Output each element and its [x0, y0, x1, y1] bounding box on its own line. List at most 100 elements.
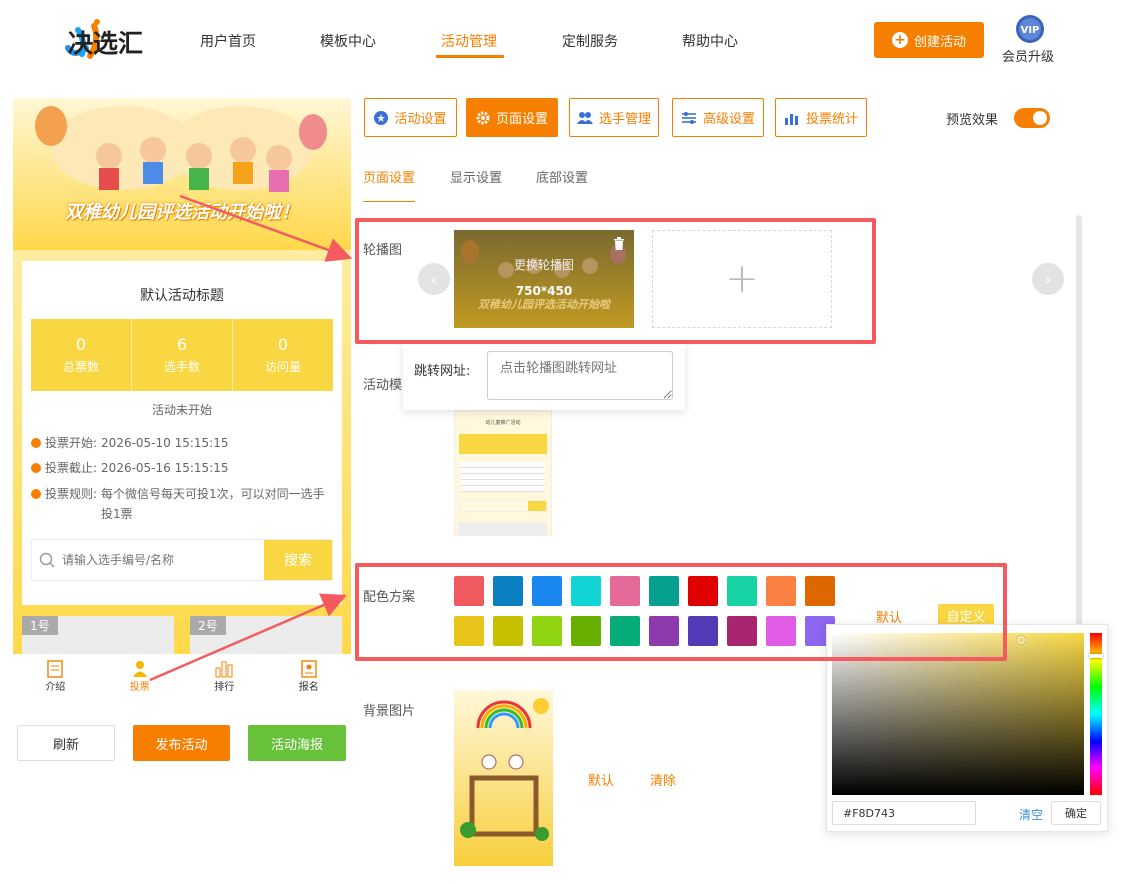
template-thumb-entries — [459, 522, 547, 535]
tab-label: 高级设置 — [702, 112, 755, 127]
color-swatch[interactable] — [454, 576, 484, 606]
activity-title: 默认活动标题 — [140, 288, 224, 304]
nav-user-home[interactable]: 用户首页 — [200, 31, 256, 51]
nav-activity-management[interactable]: 活动管理 — [441, 31, 497, 51]
tab-vote[interactable]: 投票 — [98, 654, 183, 698]
background-default-button[interactable]: 默认 — [588, 770, 614, 789]
carousel-prev-button[interactable]: ‹ — [418, 263, 450, 295]
color-swatch[interactable] — [766, 576, 796, 606]
saturation-value-panel[interactable] — [832, 633, 1084, 795]
info-value: 2026-05-10 15:15:15 — [101, 436, 229, 450]
preview-effect-label: 预览效果 — [946, 113, 999, 128]
tab-ranking[interactable]: 排行 — [182, 654, 267, 698]
tab-intro[interactable]: 介绍 — [13, 654, 98, 698]
background-image[interactable] — [454, 690, 553, 866]
stat-value: 6 — [176, 335, 188, 354]
info-label: 投票截止: — [45, 461, 98, 475]
jump-url-input[interactable] — [487, 351, 673, 400]
tab-label: 投票统计 — [805, 112, 858, 127]
jump-url-popup: 跳转网址: — [403, 343, 685, 410]
vip-badge-icon[interactable]: VIP — [1014, 14, 1046, 46]
tab-page-settings[interactable]: 页面设置 — [466, 98, 558, 137]
color-swatch[interactable] — [766, 616, 796, 646]
hue-slider-thumb[interactable] — [1089, 654, 1103, 658]
color-swatch[interactable] — [571, 616, 601, 646]
create-activity-button[interactable]: + 创建活动 — [874, 22, 984, 58]
jump-url-label: 跳转网址: — [414, 364, 471, 379]
template-label: 活动模 — [363, 378, 403, 393]
color-swatch[interactable] — [571, 576, 601, 606]
tab-activity-settings[interactable]: 活动设置 — [364, 98, 457, 137]
brand-name: 决选汇 — [68, 29, 144, 58]
tab-vote-statistics[interactable]: 投票统计 — [775, 98, 867, 137]
tab-label: 介绍 — [45, 681, 66, 693]
color-swatch[interactable] — [493, 576, 523, 606]
color-swatch[interactable] — [532, 576, 562, 606]
picker-confirm-button[interactable]: 确定 — [1051, 801, 1101, 825]
info-label: 投票规则: — [45, 487, 98, 501]
banner-title: 双稚幼儿园评选活动开始啦！ — [65, 202, 299, 223]
nav-custom-service[interactable]: 定制服务 — [562, 31, 618, 51]
member-upgrade-link[interactable]: 会员升级 — [1002, 46, 1054, 65]
contestant-entry[interactable]: 1号 — [22, 616, 174, 654]
create-activity-label: 创建活动 — [913, 34, 966, 50]
color-swatch[interactable] — [610, 576, 640, 606]
activity-poster-button[interactable]: 活动海报 — [248, 725, 346, 761]
ranking-icon — [215, 661, 233, 677]
color-swatch[interactable] — [727, 576, 757, 606]
search-input[interactable] — [62, 540, 264, 580]
color-custom-button[interactable]: 自定义 — [938, 604, 994, 626]
trash-icon[interactable] — [613, 237, 625, 250]
saturation-cursor[interactable] — [1017, 636, 1025, 644]
tab-contestant-management[interactable]: 选手管理 — [569, 98, 659, 137]
color-swatch[interactable] — [688, 616, 718, 646]
tab-register[interactable]: 报名 — [267, 654, 352, 698]
star-icon — [374, 110, 389, 125]
color-scheme-label: 配色方案 — [363, 590, 416, 605]
color-swatch[interactable] — [649, 616, 679, 646]
color-swatch[interactable] — [610, 616, 640, 646]
stat-visits: 0 访问量 — [233, 319, 333, 391]
background-clear-button[interactable]: 清除 — [650, 770, 676, 789]
refresh-button[interactable]: 刷新 — [17, 725, 115, 761]
template-thumbnail[interactable]: 动儿童推广活动 — [454, 410, 552, 536]
contestant-search: 搜索 — [31, 539, 333, 581]
carousel-image[interactable]: 更换轮播图 750*450 双稚幼儿园评选活动开始啦 — [454, 230, 634, 328]
color-swatch[interactable] — [532, 616, 562, 646]
template-thumb-stats — [459, 434, 547, 454]
carousel-label: 轮播图 — [363, 243, 403, 258]
preview-effect-toggle[interactable] — [1014, 108, 1050, 128]
color-swatch[interactable] — [727, 616, 757, 646]
nav-help-center[interactable]: 帮助中心 — [682, 31, 738, 51]
contestant-entry[interactable]: 2号 — [190, 616, 342, 654]
tab-label: 活动设置 — [394, 112, 447, 127]
stat-contestants: 6 选手数 — [132, 319, 233, 391]
color-picker-popup: 清空 确定 — [826, 624, 1108, 832]
subtab-footer-settings[interactable]: 底部设置 — [536, 167, 588, 186]
stat-value: 0 — [75, 335, 87, 354]
subtab-page-settings[interactable]: 页面设置 — [363, 167, 415, 186]
publish-activity-button[interactable]: 发布活动 — [133, 725, 230, 761]
subtab-display-settings[interactable]: 显示设置 — [450, 167, 502, 186]
tab-label: 投票 — [129, 681, 150, 693]
color-swatch[interactable] — [493, 616, 523, 646]
picker-clear-button[interactable]: 清空 — [1019, 806, 1043, 823]
user-icon — [132, 660, 147, 677]
hex-color-input[interactable] — [832, 801, 976, 825]
stat-total-votes: 0 总票数 — [31, 319, 132, 391]
settings-scrollbar[interactable] — [1076, 215, 1082, 635]
search-button[interactable]: 搜索 — [264, 540, 332, 580]
color-swatch[interactable] — [805, 576, 835, 606]
stat-label: 总票数 — [62, 360, 99, 374]
nav-template-center[interactable]: 模板中心 — [320, 31, 376, 51]
tab-advanced-settings[interactable]: 高级设置 — [672, 98, 764, 137]
hue-slider[interactable] — [1089, 633, 1103, 795]
plus-icon: + — [891, 32, 908, 48]
add-carousel-button[interactable]: + — [652, 230, 832, 328]
carousel-next-button[interactable]: › — [1032, 263, 1064, 295]
color-swatch[interactable] — [454, 616, 484, 646]
color-swatch[interactable] — [688, 576, 718, 606]
color-swatch[interactable] — [649, 576, 679, 606]
preview-tabbar: 介绍 投票 排行 报名 — [13, 654, 351, 698]
info-vote-start: 投票开始: 2026-05-10 15:15:15 — [31, 433, 229, 453]
